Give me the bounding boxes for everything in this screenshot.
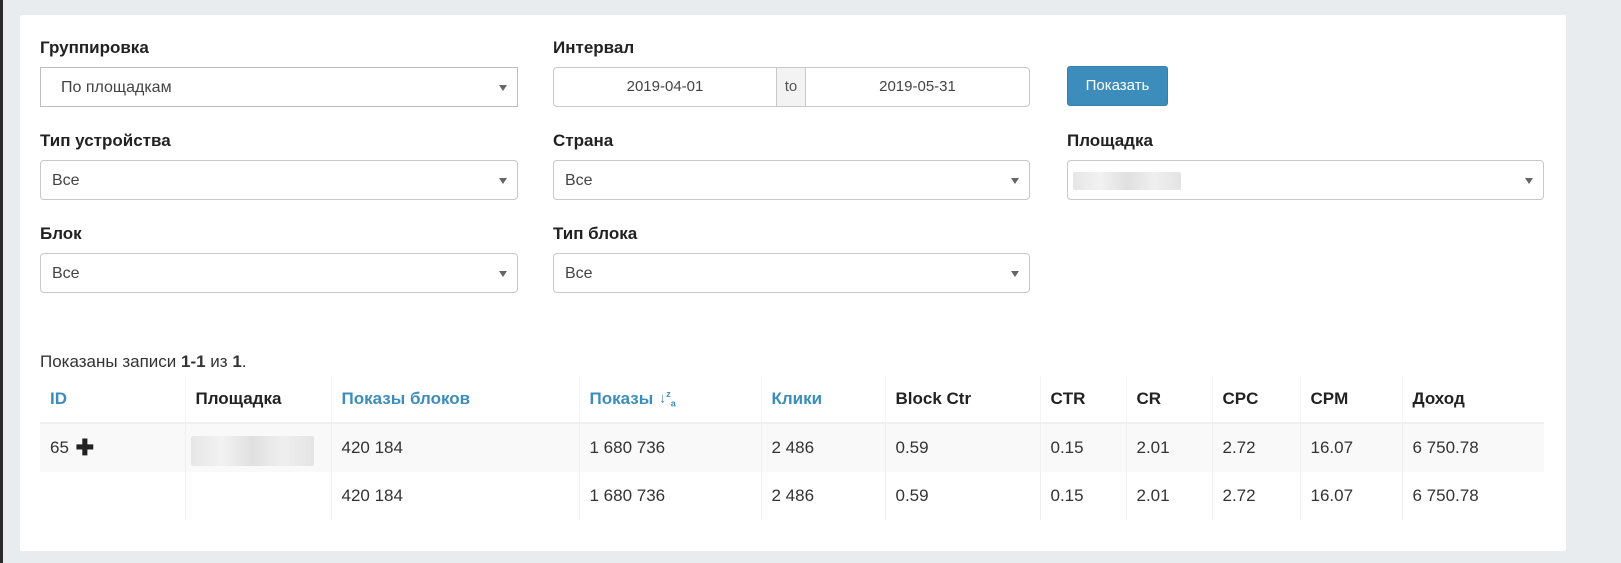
redacted-site-name	[1073, 172, 1181, 190]
summary-suffix: .	[241, 352, 247, 371]
chevron-down-icon	[499, 178, 507, 184]
block-type-select[interactable]: Все	[553, 253, 1030, 293]
country-select[interactable]: Все	[553, 160, 1030, 200]
device-type-select[interactable]: Все	[40, 160, 518, 200]
column-header-clicks[interactable]: Клики	[760, 376, 885, 424]
cell-empty	[40, 472, 185, 520]
block-type-value: Все	[565, 265, 593, 282]
total-cpm: 16.07	[1299, 472, 1402, 520]
records-summary: Показаны записи 1-1 из 1.	[40, 352, 247, 372]
column-header-block-shows[interactable]: Показы блоков	[330, 376, 579, 424]
column-header-id[interactable]: ID	[40, 376, 185, 424]
chevron-down-icon	[1011, 178, 1019, 184]
device-type-label: Тип устройства	[40, 131, 171, 150]
summary-total: 1	[232, 352, 242, 371]
cell-empty	[184, 472, 331, 520]
block-select[interactable]: Все	[40, 253, 518, 293]
column-header-cr: CR	[1125, 376, 1212, 424]
column-header-shows[interactable]: Показы ↓za	[578, 376, 761, 424]
total-cpc: 2.72	[1211, 472, 1300, 520]
chevron-down-icon	[499, 271, 507, 277]
column-header-shows-label: Показы	[589, 389, 654, 408]
device-type-value: Все	[52, 172, 80, 189]
chevron-down-icon	[1011, 271, 1019, 277]
site-select[interactable]	[1067, 160, 1544, 200]
report-panel: Группировка По площадкам Интервал 2019-0…	[20, 15, 1566, 551]
country-label: Страна	[553, 131, 614, 150]
redacted-site-name	[190, 436, 314, 466]
cell-ctr: 0.15	[1039, 423, 1126, 472]
total-cr: 2.01	[1125, 472, 1212, 520]
grouping-value: По площадкам	[61, 79, 172, 96]
cell-cr: 2.01	[1125, 423, 1212, 472]
cell-block-shows: 420 184	[330, 423, 579, 472]
summary-prefix: Показаны записи	[40, 352, 181, 371]
country-value: Все	[565, 172, 593, 189]
cell-shows: 1 680 736	[578, 423, 761, 472]
grouping-label: Группировка	[40, 38, 149, 57]
table-header-row: ID Площадка Показы блоков Показы ↓za Клик…	[40, 376, 1544, 424]
date-range-separator: to	[777, 67, 805, 107]
chevron-down-icon	[1525, 178, 1533, 184]
cell-block-ctr: 0.59	[884, 423, 1040, 472]
total-block-shows: 420 184	[330, 472, 579, 520]
chevron-down-icon	[499, 85, 507, 91]
sort-desc-icon[interactable]: ↓za	[659, 389, 676, 408]
total-block-ctr: 0.59	[884, 472, 1040, 520]
stats-table: ID Площадка Показы блоков Показы ↓za Клик…	[40, 376, 1544, 520]
cell-site	[184, 423, 331, 472]
total-shows: 1 680 736	[578, 472, 761, 520]
column-header-income: Доход	[1401, 376, 1544, 424]
block-type-label: Тип блока	[553, 224, 638, 243]
summary-range: 1-1	[181, 352, 206, 371]
show-button[interactable]: Показать	[1067, 66, 1168, 106]
column-header-block-ctr: Block Ctr	[884, 376, 1040, 424]
cell-clicks: 2 486	[760, 423, 885, 472]
sidebar-edge	[0, 0, 3, 563]
block-label: Блок	[40, 224, 82, 243]
cell-id: 65 ✚	[40, 423, 185, 472]
cell-cpm: 16.07	[1299, 423, 1402, 472]
block-value: Все	[52, 265, 80, 282]
total-ctr: 0.15	[1039, 472, 1126, 520]
date-to-input[interactable]: 2019-05-31	[805, 67, 1030, 107]
site-label: Площадка	[1067, 131, 1153, 150]
interval-label: Интервал	[553, 38, 635, 57]
table-row: 65 ✚ 420 184 1 680 736 2 486 0.59 0.15 2…	[40, 423, 1544, 472]
row-id: 65	[50, 438, 69, 457]
table-totals-row: 420 184 1 680 736 2 486 0.59 0.15 2.01 2…	[40, 472, 1544, 520]
total-clicks: 2 486	[760, 472, 885, 520]
summary-middle: из	[205, 352, 233, 371]
column-header-cpm: CPM	[1299, 376, 1402, 424]
total-income: 6 750.78	[1401, 472, 1544, 520]
grouping-select[interactable]: По площадкам	[40, 67, 518, 107]
column-header-cpc: CPC	[1211, 376, 1300, 424]
column-header-site: Площадка	[184, 376, 331, 424]
date-from-input[interactable]: 2019-04-01	[553, 67, 777, 107]
expand-plus-icon[interactable]: ✚	[76, 435, 94, 461]
cell-cpc: 2.72	[1211, 423, 1300, 472]
cell-income: 6 750.78	[1401, 423, 1544, 472]
column-header-ctr: CTR	[1039, 376, 1126, 424]
